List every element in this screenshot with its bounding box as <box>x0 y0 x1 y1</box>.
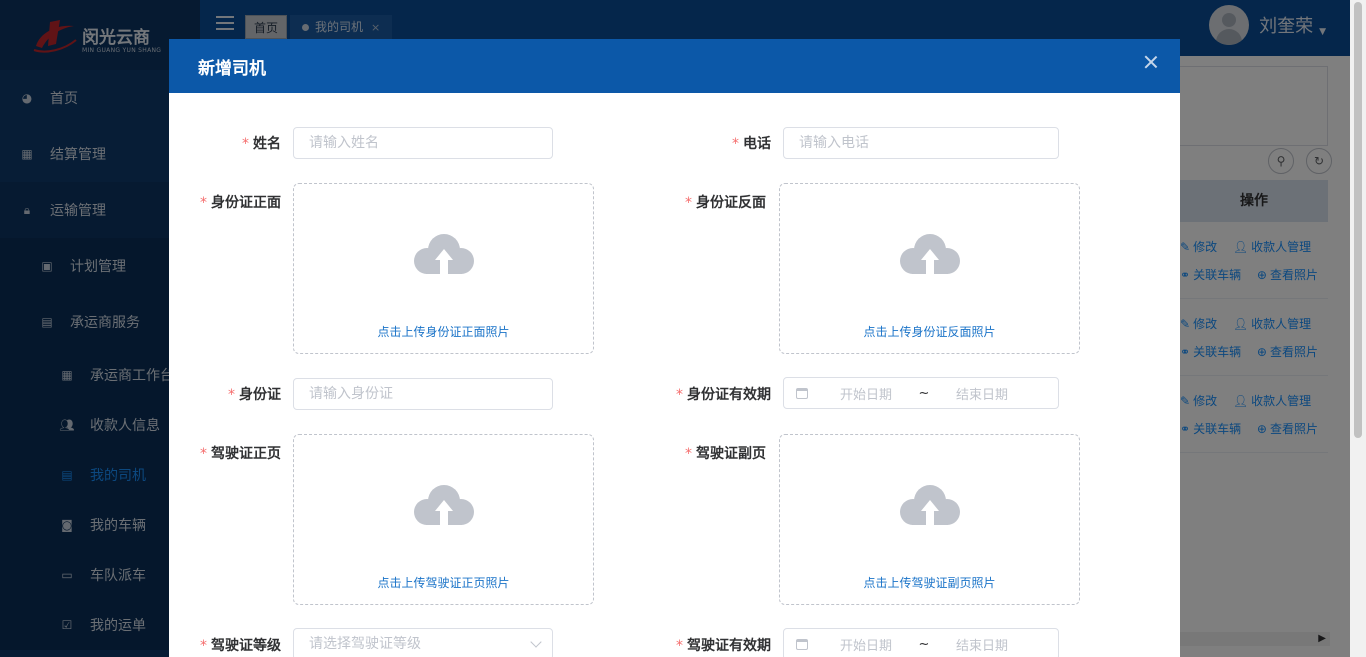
upload-hint: 点击上传驾驶证副页照片 <box>863 576 996 590</box>
vertical-scrollbar[interactable] <box>1350 0 1366 657</box>
license-front-label: * 驾驶证正页 <box>200 446 281 462</box>
id-back-upload[interactable]: 点击上传身份证反面照片 <box>779 183 1080 354</box>
add-driver-dialog: 新增司机 *姓名 *电话 *身份证正面 点击上传身份证正面照片 *身份证反面 点… <box>169 39 1180 657</box>
phone-input[interactable] <box>783 127 1059 159</box>
cloud-upload-icon <box>900 234 960 280</box>
phone-label: * 电话 <box>732 136 771 152</box>
close-icon[interactable] <box>1144 55 1158 69</box>
id-validity-date-range[interactable]: 开始日期 ~ 结束日期 <box>783 377 1059 409</box>
id-number-input[interactable] <box>293 378 553 410</box>
scrollbar-thumb[interactable] <box>1354 2 1362 438</box>
calendar-icon <box>796 387 808 399</box>
cloud-upload-icon <box>414 485 474 531</box>
dialog-header: 新增司机 <box>169 39 1180 93</box>
end-date-input[interactable]: 结束日期 <box>932 384 1032 403</box>
id-back-label: * 身份证反面 <box>685 195 766 211</box>
id-front-label: * 身份证正面 <box>200 195 281 211</box>
chevron-down-icon <box>530 636 542 648</box>
license-sub-label: * 驾驶证副页 <box>685 446 766 462</box>
dialog-title: 新增司机 <box>198 58 266 79</box>
license-validity-label: * 驾驶证有效期 <box>676 638 771 654</box>
name-input[interactable] <box>293 127 553 159</box>
id-number-label: * 身份证 <box>228 387 281 403</box>
upload-hint: 点击上传身份证正面照片 <box>377 325 510 339</box>
upload-hint: 点击上传身份证反面照片 <box>863 325 996 339</box>
calendar-icon <box>796 638 808 650</box>
license-class-select[interactable]: 请选择驾驶证等级 <box>293 628 553 657</box>
id-validity-label: * 身份证有效期 <box>676 387 771 403</box>
start-date-input[interactable]: 开始日期 <box>816 635 916 654</box>
license-front-upload[interactable]: 点击上传驾驶证正页照片 <box>293 434 594 605</box>
license-class-label: * 驾驶证等级 <box>200 638 281 654</box>
end-date-input[interactable]: 结束日期 <box>932 635 1032 654</box>
range-separator: ~ <box>918 385 930 401</box>
range-separator: ~ <box>918 636 930 652</box>
license-validity-date-range[interactable]: 开始日期 ~ 结束日期 <box>783 628 1059 657</box>
upload-hint: 点击上传驾驶证正页照片 <box>377 576 510 590</box>
start-date-input[interactable]: 开始日期 <box>816 384 916 403</box>
cloud-upload-icon <box>414 234 474 280</box>
license-sub-upload[interactable]: 点击上传驾驶证副页照片 <box>779 434 1080 605</box>
id-front-upload[interactable]: 点击上传身份证正面照片 <box>293 183 594 354</box>
cloud-upload-icon <box>900 485 960 531</box>
name-label: * 姓名 <box>242 136 281 152</box>
